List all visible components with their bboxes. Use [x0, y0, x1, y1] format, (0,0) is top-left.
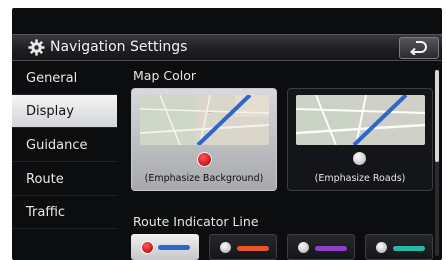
route-line-option-purple[interactable]: [287, 234, 355, 260]
back-arrow-icon: [410, 41, 427, 55]
color-swatch-orange: [237, 246, 269, 251]
map-color-option-label: (Emphasize Roads): [314, 173, 406, 184]
map-color-label: Map Color: [133, 68, 196, 83]
sidebar-item-label: General: [26, 71, 78, 86]
sidebar-item-general[interactable]: General: [12, 62, 117, 95]
svg-text:...: ...: [208, 109, 212, 114]
navigation-screen: Navigation Settings General Display Guid…: [12, 8, 442, 260]
radio-unselected-icon: [376, 242, 387, 253]
map-color-option-label: (Emphasize Background): [144, 173, 264, 184]
map-color-option-roads[interactable]: (Emphasize Roads): [287, 88, 433, 191]
radio-unselected-icon: [298, 242, 309, 253]
radio-unselected-icon: [353, 152, 366, 165]
radio-selected-icon: [197, 152, 212, 167]
map-color-option-background[interactable]: ... (Emphasize Background): [131, 88, 277, 191]
map-preview-image: ...: [140, 95, 269, 145]
map-preview-image: [296, 95, 425, 145]
title-bar: Navigation Settings: [12, 34, 442, 61]
sidebar-item-route[interactable]: Route: [12, 163, 117, 196]
display-settings-panel: Map Color ... (Emphasize Background) (Em…: [119, 62, 442, 260]
route-line-option-orange[interactable]: [209, 234, 277, 260]
scrollbar[interactable]: [435, 70, 439, 256]
color-swatch-teal: [393, 246, 425, 251]
sidebar-item-display[interactable]: Display: [12, 95, 117, 128]
radio-unselected-icon: [220, 242, 231, 253]
sidebar-item-traffic[interactable]: Traffic: [12, 196, 117, 229]
color-swatch-purple: [315, 246, 347, 251]
route-indicator-line-label: Route Indicator Line: [133, 214, 259, 229]
route-line-option-blue[interactable]: [131, 234, 199, 260]
route-line-option-teal[interactable]: [365, 234, 433, 260]
radio-selected-icon: [141, 241, 154, 254]
color-swatch-blue: [158, 245, 190, 250]
sidebar-item-label: Display: [26, 104, 74, 119]
gear-icon: [28, 39, 45, 56]
settings-sidebar: General Display Guidance Route Traffic: [12, 62, 117, 260]
sidebar-item-label: Route: [26, 172, 64, 187]
scrollbar-thumb[interactable]: [435, 70, 439, 162]
back-button[interactable]: [399, 37, 439, 59]
sidebar-item-label: Traffic: [26, 205, 66, 220]
sidebar-item-guidance[interactable]: Guidance: [12, 129, 117, 162]
page-title: Navigation Settings: [50, 39, 188, 55]
sidebar-item-label: Guidance: [26, 138, 88, 153]
